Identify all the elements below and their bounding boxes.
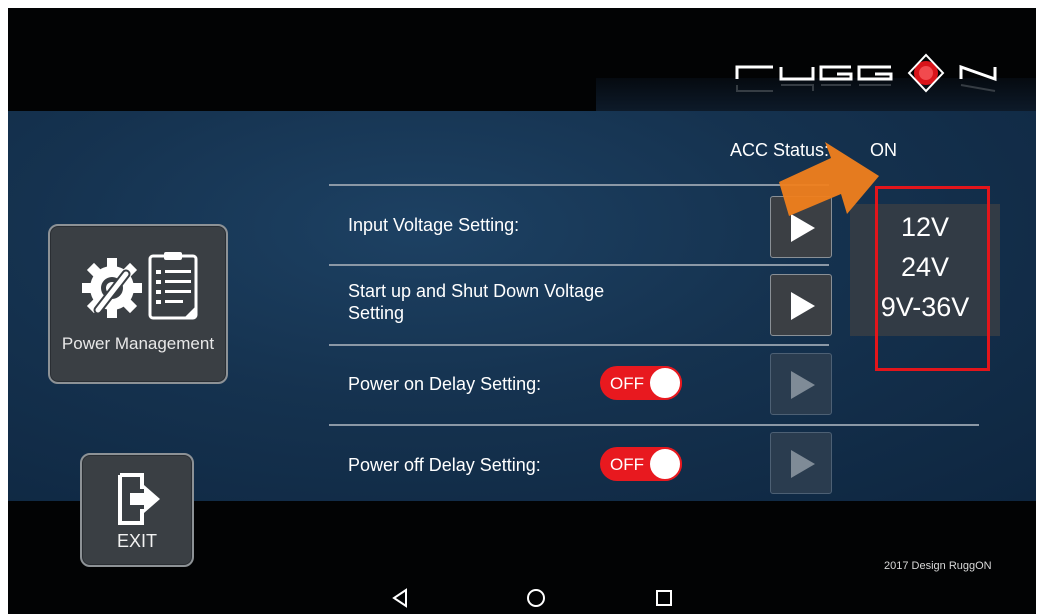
- power-on-delay-label: Power on Delay Setting:: [348, 374, 542, 394]
- divider: [329, 264, 829, 266]
- annotation-highlight-box: [875, 186, 990, 371]
- divider: [329, 344, 829, 346]
- exit-door-icon: [118, 473, 160, 525]
- power-off-delay-play-button[interactable]: [770, 432, 832, 494]
- home-circle-icon[interactable]: [524, 586, 548, 610]
- top-bar: [8, 8, 1036, 111]
- copyright-text: 2017 Design RuggON: [884, 560, 992, 572]
- divider: [329, 424, 979, 426]
- power-off-delay-label: Power off Delay Setting:: [348, 455, 541, 475]
- power-management-button[interactable]: Power Management: [48, 224, 228, 384]
- toggle-knob: [648, 447, 682, 481]
- play-triangle-icon: [791, 371, 815, 399]
- back-triangle-icon[interactable]: [388, 586, 412, 610]
- gear-wrench-clipboard-icon: [82, 252, 198, 320]
- startup-shutdown-voltage-label: Start up and Shut Down Voltage Setting: [348, 281, 605, 323]
- play-triangle-icon: [791, 450, 815, 478]
- power-on-delay-toggle[interactable]: OFF: [600, 366, 682, 400]
- toggle-knob: [648, 366, 682, 400]
- input-voltage-setting-label: Input Voltage Setting:: [348, 215, 520, 235]
- startup-shutdown-play-button[interactable]: [770, 274, 832, 336]
- annotation-arrow: [779, 142, 879, 216]
- exit-label: EXIT: [116, 531, 157, 551]
- device-screen: Power Management EXIT ACC Status: ON Inp…: [8, 8, 1036, 614]
- exit-button[interactable]: EXIT: [80, 453, 194, 567]
- recents-square-icon[interactable]: [652, 586, 676, 610]
- play-triangle-icon: [791, 214, 815, 242]
- ruggon-logo: [735, 53, 997, 93]
- toggle-state-text: OFF: [610, 374, 644, 393]
- power-off-delay-toggle[interactable]: OFF: [600, 447, 682, 481]
- play-triangle-icon: [791, 292, 815, 320]
- divider: [329, 184, 829, 186]
- power-management-label: Power Management: [61, 334, 215, 353]
- power-on-delay-play-button[interactable]: [770, 353, 832, 415]
- toggle-state-text: OFF: [610, 455, 644, 474]
